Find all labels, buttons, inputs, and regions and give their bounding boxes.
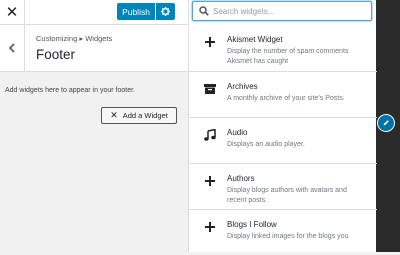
- close-icon: ✕: [5, 4, 19, 21]
- widget-item-archives[interactable]: Archives A monthly archive of your site'…: [189, 71, 377, 117]
- music-icon: [203, 128, 217, 142]
- archive-icon: [203, 82, 217, 96]
- widget-description: Display blogs authors with avatars and r…: [227, 187, 347, 204]
- edit-shortcut-button[interactable]: [377, 114, 395, 132]
- widget-search-input[interactable]: [213, 4, 363, 18]
- widget-description: A monthly archive of your site's Posts.: [227, 95, 345, 102]
- section-title: Footer: [36, 47, 76, 62]
- close-customizer-button[interactable]: ✕: [0, 0, 25, 24]
- widget-description: Display linked images for the blogs you: [227, 233, 349, 240]
- available-widgets-panel: Akismet Widget Display the number of spa…: [188, 0, 377, 255]
- plus-icon: [203, 174, 217, 188]
- plus-icon: [203, 35, 217, 49]
- widget-item-authors[interactable]: Authors Display blogs authors with avata…: [189, 163, 377, 209]
- footer-hint-text: Add widgets here to appear in your foote…: [5, 87, 135, 94]
- widget-name: Authors: [227, 174, 255, 183]
- plus-icon: [203, 220, 217, 234]
- customizer-header: ✕ Publish: [0, 0, 188, 25]
- widget-name: Akismet Widget: [227, 35, 283, 44]
- widget-name: Audio: [227, 128, 248, 137]
- widget-name: Archives: [227, 82, 258, 91]
- close-icon: ✕: [110, 110, 118, 120]
- widget-item-blogs-i-follow[interactable]: Blogs I Follow Display linked images for…: [189, 209, 377, 255]
- widget-description: Displays an audio player.: [227, 141, 305, 148]
- search-icon: [199, 6, 209, 16]
- breadcrumb: Customizing ▸ Widgets: [36, 34, 113, 43]
- back-button[interactable]: [0, 25, 25, 71]
- gear-icon: [161, 7, 170, 16]
- widget-search-box[interactable]: [192, 1, 372, 21]
- widget-list: Akismet Widget Display the number of spa…: [189, 25, 377, 255]
- pencil-icon: [383, 120, 389, 126]
- add-widget-button[interactable]: ✕ Add a Widget: [101, 107, 177, 124]
- widget-item-akismet[interactable]: Akismet Widget Display the number of spa…: [189, 25, 377, 71]
- add-widget-label: Add a Widget: [122, 111, 168, 120]
- publish-button[interactable]: Publish: [117, 3, 155, 20]
- widget-description: Display the number of spam comments Akis…: [227, 48, 349, 65]
- widget-name: Blogs I Follow: [227, 220, 277, 229]
- chevron-left-icon: [8, 43, 15, 53]
- section-header: Customizing ▸ Widgets Footer: [0, 25, 188, 72]
- publish-settings-button[interactable]: [156, 3, 175, 20]
- widget-item-audio[interactable]: Audio Displays an audio player.: [189, 117, 377, 163]
